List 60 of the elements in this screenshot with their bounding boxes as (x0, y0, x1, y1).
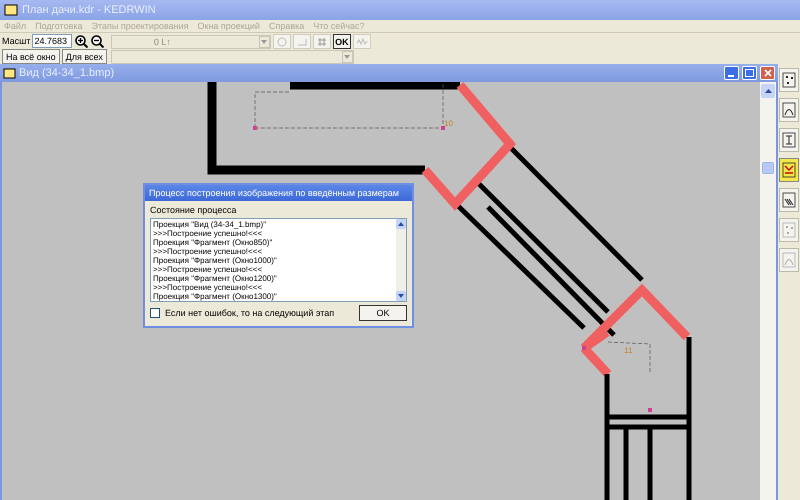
tool-button[interactable] (312, 34, 331, 49)
group-label: Состояние процесса (150, 205, 238, 215)
step-button[interactable] (779, 128, 799, 152)
window-title: План дачи.kdr - KEDRWIN (22, 4, 156, 16)
scale-label: Масшт (2, 36, 30, 46)
minimize-button[interactable] (724, 66, 739, 80)
app-icon (4, 4, 18, 16)
point-label: 10 (444, 119, 453, 128)
dropdown-arrow-icon[interactable] (344, 55, 350, 59)
dialog-title: Процесс построения изображения по введённым размерам (145, 185, 412, 201)
step-button[interactable] (779, 158, 799, 182)
wave-icon (356, 36, 368, 46)
child-window-title: Вид (34-34_1.bmp) (19, 67, 116, 79)
step-button[interactable] (779, 98, 799, 122)
dropdown-arrow-icon[interactable] (261, 40, 268, 44)
close-icon (764, 69, 772, 77)
point-label: 11 (624, 346, 632, 355)
ok-tool-button[interactable]: OK (332, 34, 351, 49)
log-line: Проекция "Фрагмент (Окно1200)" (153, 274, 278, 283)
point-marker (253, 126, 257, 130)
points-icon (782, 222, 796, 238)
log-line: >>>Построение успешно!<<< (153, 247, 263, 256)
combo-value: 0 L↑ (152, 36, 171, 46)
scale-input[interactable]: 24.7683 (32, 34, 72, 48)
checkbox-label: Если нет ошибок, то на следующий этап (165, 308, 334, 318)
up-arrow-icon[interactable] (398, 222, 404, 226)
layer-combo[interactable]: 0 L↑ (110, 34, 271, 48)
log-line: Проекция "Фрагмент (Окно850)" (153, 238, 274, 247)
frame-icon (296, 36, 307, 46)
log-line: >>>Построение успешно!<<< (153, 265, 263, 274)
point-marker (648, 408, 652, 412)
log-line: Проекция "Вид (34-34_1.bmp)" (153, 220, 268, 229)
close-button[interactable] (760, 66, 775, 80)
down-arrow-icon[interactable] (398, 294, 404, 298)
up-arrow-icon[interactable] (764, 89, 772, 93)
checkbox[interactable] (150, 308, 160, 318)
view-icon (3, 68, 16, 78)
step-button[interactable] (779, 68, 799, 92)
grid-icon (316, 36, 327, 46)
scroll-thumb[interactable] (762, 162, 774, 174)
point-marker (441, 126, 445, 130)
zoom-out-icon[interactable] (90, 34, 104, 48)
log-line: >>>Построение успешно!<<< (153, 229, 263, 238)
zoom-in-icon[interactable] (74, 34, 88, 48)
log-line: >>>Построение успешно!<<< (153, 283, 263, 292)
log-line: Проекция "Фрагмент (Окно1000)" (153, 256, 278, 265)
apply-all-button[interactable]: Для всех (62, 49, 107, 64)
dimension-line (608, 342, 650, 372)
arc-icon (782, 252, 796, 268)
step-button[interactable] (779, 188, 799, 212)
fit-window-button[interactable]: На всё окно (2, 49, 60, 64)
dimension-icon (782, 132, 796, 148)
log-line: Проекция "Фрагмент (Окно1300)" (153, 292, 278, 301)
point-marker (582, 346, 586, 350)
ok-button[interactable]: OK (359, 305, 407, 321)
maximize-icon (745, 69, 754, 77)
maximize-button[interactable] (742, 66, 757, 80)
arc-icon (782, 102, 796, 118)
points-icon (782, 72, 796, 88)
hatch-icon (782, 192, 796, 208)
